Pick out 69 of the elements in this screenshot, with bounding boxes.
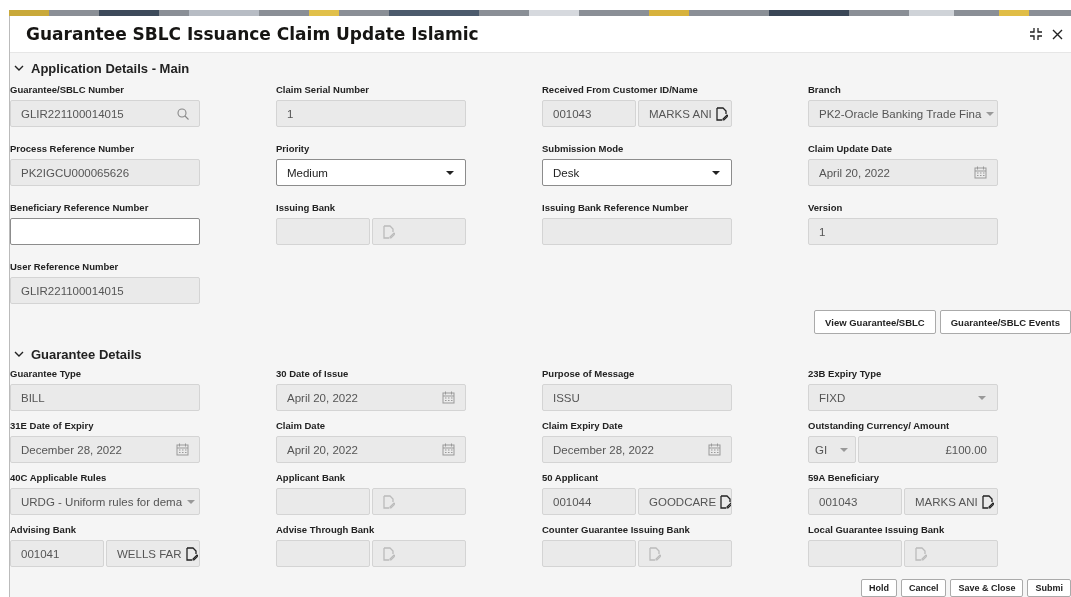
document-edit-icon (715, 106, 728, 121)
field-label: Process Reference Number (10, 143, 136, 155)
calendar-icon (974, 166, 987, 179)
footer-button[interactable]: Submi (1027, 579, 1071, 597)
footer-button[interactable]: Hold (860, 579, 897, 597)
footer-button[interactable]: Cancel (900, 579, 947, 597)
document-edit-icon (981, 494, 994, 509)
document-edit-icon (720, 494, 731, 509)
field-label: Issuing Bank Reference Number (542, 202, 690, 214)
field-label: Issuing Bank (276, 202, 337, 214)
field-label: 40C Applicable Rules (10, 472, 108, 484)
input-field[interactable] (10, 218, 200, 245)
field-label: Local Guarantee Issuing Bank (808, 524, 946, 536)
action-button[interactable]: Guarantee/SBLC Events (939, 310, 1071, 334)
field-label: Version (808, 202, 844, 214)
dropdown[interactable]: Desk (542, 159, 732, 186)
field-label: Guarantee Type (10, 368, 83, 380)
dropdown[interactable]: Medium (276, 159, 466, 186)
field-label: Branch (808, 84, 842, 96)
field-label: Claim Serial Number (276, 84, 370, 96)
field-label: 59A Beneficiary (808, 472, 880, 484)
field-label: Purpose of Message (542, 368, 636, 380)
document-edit-icon (383, 224, 395, 239)
document-edit-icon (185, 546, 198, 561)
field-label: Submission Mode (542, 143, 625, 155)
caret-icon (186, 498, 197, 505)
calendar-icon (708, 443, 721, 456)
close-icon (1052, 28, 1063, 40)
section-header[interactable]: Application Details - Main (10, 53, 1071, 76)
document-edit-icon (383, 494, 395, 509)
field-label: Counter Guarantee Issuing Bank (542, 524, 691, 536)
caret-icon (977, 394, 987, 401)
chevron-icon (14, 351, 24, 358)
field-label: Advise Through Bank (276, 524, 376, 536)
document-edit-icon (383, 546, 395, 561)
window-title: Guarantee SBLC Issuance Claim Update Islamic (26, 24, 479, 44)
caret-icon (445, 169, 455, 176)
field-label: 50 Applicant (542, 472, 600, 484)
field-label: Applicant Bank (276, 472, 347, 484)
section-title: Guarantee Details (31, 347, 142, 362)
field-label: Claim Date (276, 420, 327, 432)
search-icon (177, 107, 189, 120)
action-button[interactable]: View Guarantee/SBLC (814, 310, 936, 334)
field-label: 31E Date of Expiry (10, 420, 95, 432)
field-label: Priority (276, 143, 311, 155)
document-edit-icon (649, 546, 661, 561)
footer-button[interactable]: Save & Close (950, 579, 1024, 597)
section-title: Application Details - Main (31, 61, 190, 76)
caret-icon (985, 110, 996, 117)
field-label: Received From Customer ID/Name (542, 84, 699, 96)
caret-icon (839, 446, 849, 453)
field-label: User Reference Number (10, 261, 120, 273)
field-label: Claim Expiry Date (542, 420, 624, 432)
collapse-icon (1030, 28, 1042, 40)
field-label: Guarantee/SBLC Number (10, 84, 126, 96)
field-label: Outstanding Currency/ Amount (808, 420, 951, 432)
section-header[interactable]: Guarantee Details (10, 339, 1071, 362)
calendar-icon (176, 443, 189, 456)
document-edit-icon (915, 546, 927, 561)
field-label: Beneficiary Reference Number (10, 202, 150, 214)
calendar-icon (442, 443, 455, 456)
calendar-icon (442, 391, 455, 404)
field-label: Advising Bank (10, 524, 77, 536)
caret-icon (711, 169, 721, 176)
field-label: 30 Date of Issue (276, 368, 350, 380)
collapse-button[interactable] (1028, 26, 1044, 42)
field-label: Claim Update Date (808, 143, 893, 155)
field-label: 23B Expiry Type (808, 368, 883, 380)
chevron-icon (14, 65, 24, 72)
